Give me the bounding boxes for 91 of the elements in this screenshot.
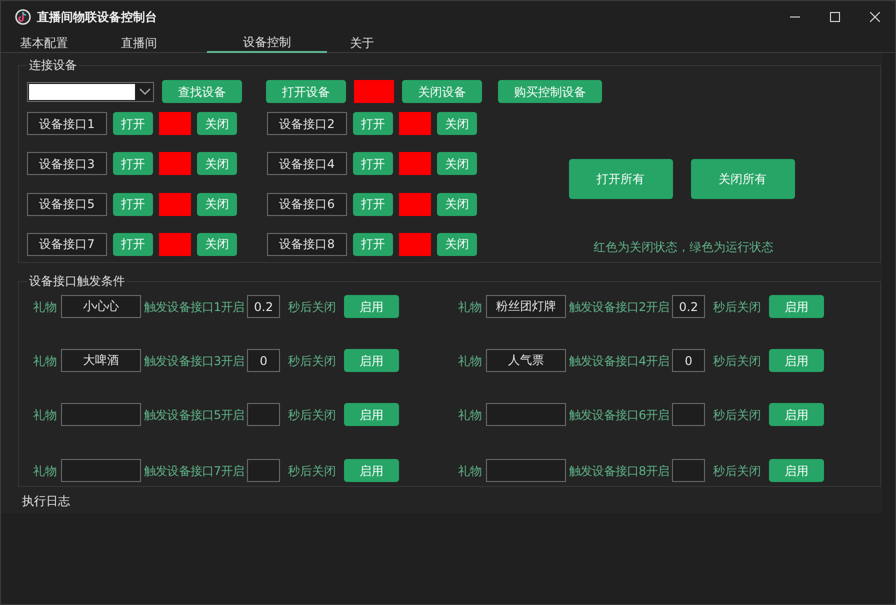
close-button[interactable]: 关闭 xyxy=(437,232,477,256)
trigger-text: 触发设备接口7开启 xyxy=(144,462,244,480)
seconds-field[interactable]: 0.2 xyxy=(247,295,280,318)
seconds-field[interactable] xyxy=(672,403,706,426)
maximize-icon xyxy=(830,12,840,22)
close-all-button[interactable]: 关闭所有 xyxy=(690,159,794,199)
gift-label: 礼物 xyxy=(458,406,482,424)
after-text: 秒后关闭 xyxy=(713,352,762,370)
enable-button[interactable]: 启用 xyxy=(344,295,400,318)
close-icon xyxy=(870,12,880,22)
open-button[interactable]: 打开 xyxy=(113,232,153,256)
tab[interactable]: 关于 xyxy=(327,33,397,53)
open-button[interactable]: 打开 xyxy=(353,232,393,256)
port-label: 设备接口8 xyxy=(267,232,347,256)
open-button[interactable]: 打开 xyxy=(353,152,393,176)
trigger-text: 触发设备接口3开启 xyxy=(144,352,244,370)
open-button[interactable]: 打开 xyxy=(353,192,393,216)
trigger-text: 触发设备接口8开启 xyxy=(569,462,670,480)
buy-device-button[interactable]: 购买控制设备 xyxy=(498,80,602,103)
gift-field[interactable] xyxy=(61,403,141,426)
seconds-field[interactable]: 0.2 xyxy=(672,295,706,318)
tab[interactable]: 基本配置 xyxy=(11,33,77,53)
tab[interactable]: 直播间 xyxy=(91,33,187,53)
open-device-button[interactable]: 打开设备 xyxy=(266,80,346,103)
after-text: 秒后关闭 xyxy=(288,406,336,424)
close-button[interactable]: 关闭 xyxy=(197,112,237,136)
enable-button[interactable]: 启用 xyxy=(769,349,824,372)
port-label: 设备接口3 xyxy=(27,152,107,176)
enable-button[interactable]: 启用 xyxy=(344,459,400,482)
port-label: 设备接口6 xyxy=(267,192,347,216)
port-label: 设备接口1 xyxy=(27,112,107,136)
enable-button[interactable]: 启用 xyxy=(344,403,400,426)
gift-field[interactable]: 人气票 xyxy=(486,349,566,372)
open-button[interactable]: 打开 xyxy=(113,152,153,176)
group-title: 连接设备 xyxy=(27,57,79,73)
close-button[interactable]: 关闭 xyxy=(437,152,477,176)
after-text: 秒后关闭 xyxy=(713,406,762,424)
seconds-field[interactable]: 0 xyxy=(247,349,280,372)
enable-button[interactable]: 启用 xyxy=(769,403,824,426)
close-device-button[interactable]: 关闭设备 xyxy=(402,80,482,103)
open-button[interactable]: 打开 xyxy=(113,192,153,216)
trigger-text: 触发设备接口2开启 xyxy=(569,298,670,316)
gift-label: 礼物 xyxy=(33,298,57,316)
open-button[interactable]: 打开 xyxy=(353,112,393,136)
chevron-icon xyxy=(139,88,151,96)
seconds-field[interactable] xyxy=(247,403,280,426)
gift-field[interactable]: 小心心 xyxy=(61,295,141,318)
gift-field[interactable] xyxy=(61,459,141,482)
after-text: 秒后关闭 xyxy=(288,462,336,480)
gift-label: 礼物 xyxy=(458,352,482,370)
open-button[interactable]: 打开 xyxy=(113,112,153,136)
gift-field[interactable] xyxy=(486,459,566,482)
close-button[interactable]: 关闭 xyxy=(197,192,237,216)
seconds-field[interactable]: 0 xyxy=(672,349,706,372)
seconds-field[interactable] xyxy=(247,459,280,482)
port-label: 设备接口2 xyxy=(267,112,347,136)
log-title: 执行日志 xyxy=(22,494,70,508)
device-dropdown[interactable] xyxy=(27,82,154,102)
app-icon xyxy=(15,9,31,25)
group-title: 设备接口触发条件 xyxy=(27,273,127,289)
after-text: 秒后关闭 xyxy=(713,462,762,480)
gift-label: 礼物 xyxy=(33,462,57,480)
gift-label: 礼物 xyxy=(33,406,57,424)
gift-field[interactable]: 大啤酒 xyxy=(61,349,141,372)
gift-field[interactable] xyxy=(486,403,566,426)
close-button[interactable]: 关闭 xyxy=(437,112,477,136)
port-label: 设备接口5 xyxy=(27,192,107,216)
close-button[interactable]: 关闭 xyxy=(437,192,477,216)
legend-text: 红色为关闭状态，绿色为运行状态 xyxy=(594,239,774,256)
gift-label: 礼物 xyxy=(33,352,57,370)
trigger-text: 触发设备接口5开启 xyxy=(144,406,244,424)
find-device-button[interactable]: 查找设备 xyxy=(162,80,242,103)
gift-label: 礼物 xyxy=(458,462,482,480)
after-text: 秒后关闭 xyxy=(288,298,336,316)
after-text: 秒后关闭 xyxy=(713,298,762,316)
open-all-button[interactable]: 打开所有 xyxy=(568,159,672,199)
trigger-text: 触发设备接口4开启 xyxy=(569,352,670,370)
enable-button[interactable]: 启用 xyxy=(769,459,824,482)
trigger-text: 触发设备接口6开启 xyxy=(569,406,670,424)
trigger-text: 触发设备接口1开启 xyxy=(144,298,244,316)
window-title: 直播间物联设备控制台 xyxy=(37,9,157,26)
enable-button[interactable]: 启用 xyxy=(344,349,400,372)
enable-button[interactable]: 启用 xyxy=(769,295,824,318)
close-button[interactable]: 关闭 xyxy=(197,232,237,256)
gift-field[interactable]: 粉丝团灯牌 xyxy=(486,295,566,318)
port-label: 设备接口7 xyxy=(27,232,107,256)
close-button[interactable]: 关闭 xyxy=(197,152,237,176)
after-text: 秒后关闭 xyxy=(288,352,336,370)
seconds-field[interactable] xyxy=(672,459,706,482)
gift-label: 礼物 xyxy=(458,298,482,316)
port-label: 设备接口4 xyxy=(267,152,347,176)
